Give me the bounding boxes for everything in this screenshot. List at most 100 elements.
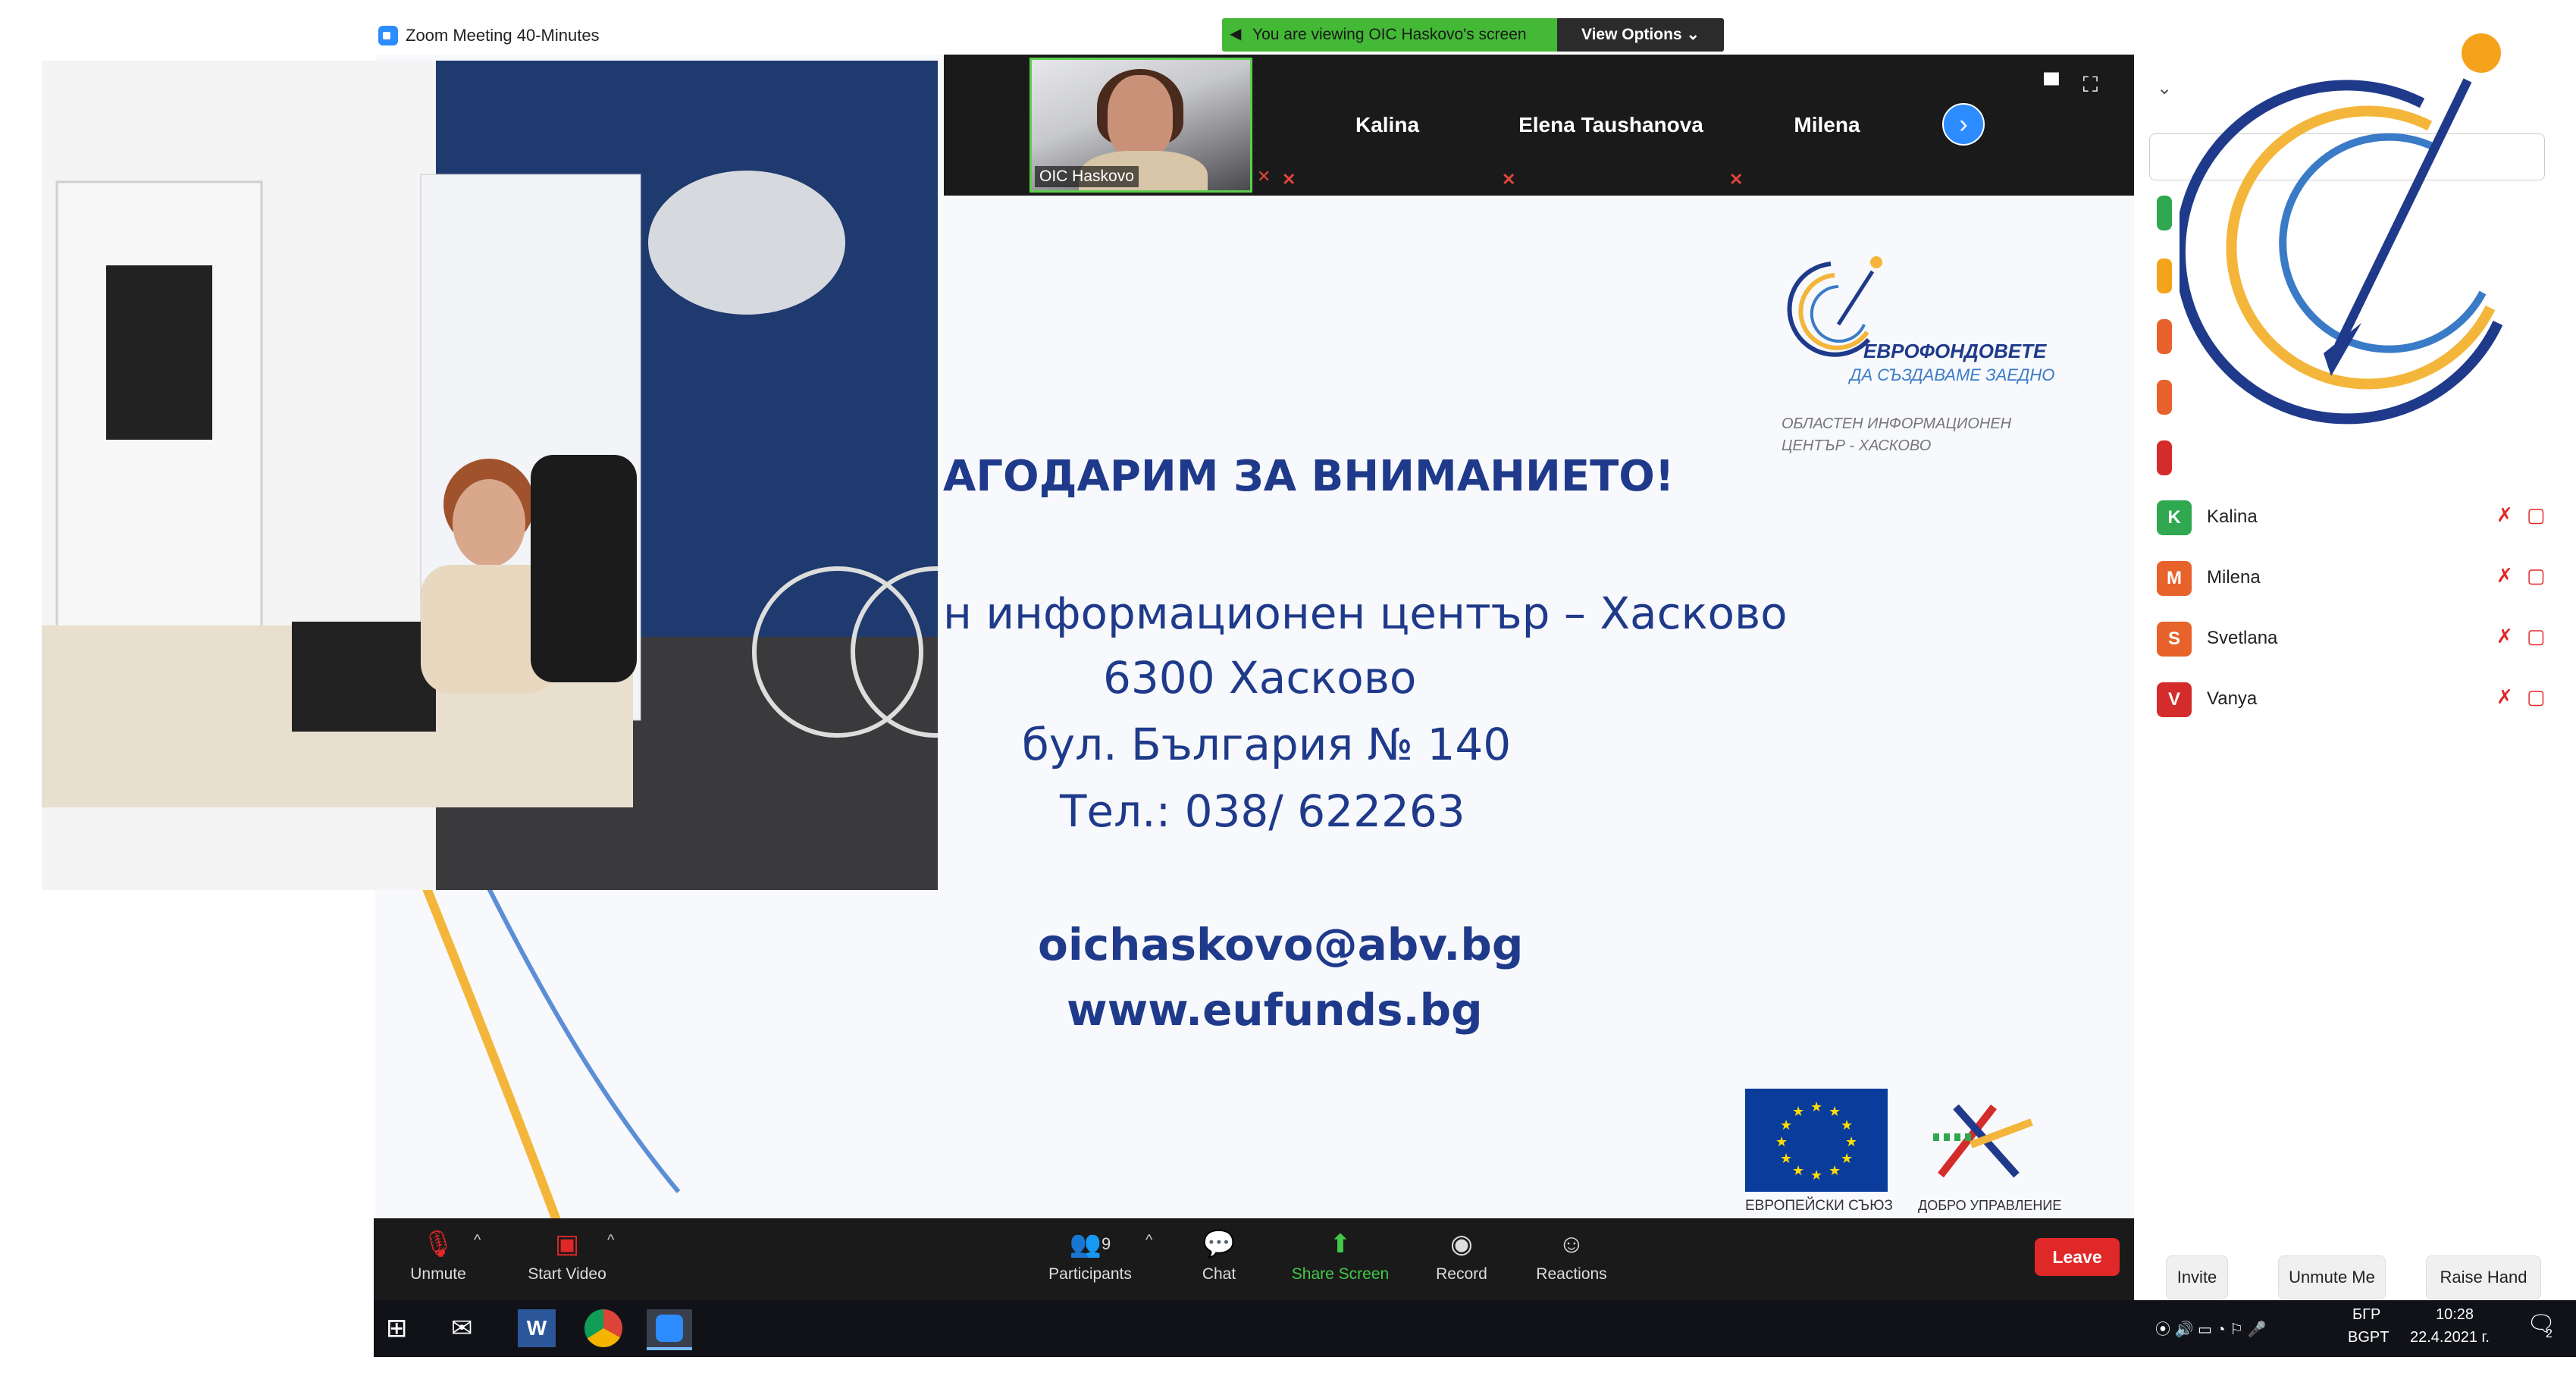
raise-hand-button[interactable]: Raise Hand (2426, 1255, 2541, 1299)
mail-icon[interactable]: ✉ (451, 1309, 489, 1347)
svg-text:★: ★ (1780, 1117, 1792, 1133)
windows-start-icon[interactable]: ⊞ (386, 1309, 424, 1347)
participants-panel: ⌄ K Kalina ✗ ▢ M Milena ✗ ▢ S Svetlana ✗… (2134, 20, 2559, 1300)
participant-tile-name: Milena (1794, 113, 1860, 136)
avatar: M (2157, 561, 2192, 596)
participants-icon: 👥9 (1069, 1230, 1111, 1258)
slide-address-line4: Тел.: 038/ 622263 (1060, 785, 1465, 837)
participant-name: Vanya (2207, 688, 2258, 709)
viewing-screen-text: You are viewing OIC Haskovo's screen (1252, 26, 1527, 43)
avatar: V (2157, 682, 2192, 717)
slide-logo-line2: ДА СЪЗДАВАМЕ ЗАЕДНО (1850, 365, 2055, 384)
svg-text:★: ★ (1810, 1168, 1822, 1183)
next-page-arrow-icon[interactable]: › (1942, 103, 1985, 146)
muted-mic-icon: ✗ (2496, 685, 2513, 708)
svg-text:★: ★ (1792, 1104, 1804, 1120)
share-screen-icon: ⬆ (1329, 1230, 1352, 1258)
participant-tile[interactable]: Milena ✕ (1725, 55, 1929, 196)
svg-text:★: ★ (1780, 1151, 1792, 1167)
participant-row[interactable]: K Kalina ✗ ▢ (2157, 496, 2551, 541)
unmute-me-button[interactable]: Unmute Me (2278, 1255, 2386, 1299)
participant-name: Milena (2207, 567, 2261, 588)
clock-date[interactable]: 22.4.2021 г. (2410, 1329, 2490, 1346)
muted-mic-icon: ✗ (2496, 503, 2513, 526)
participant-row[interactable]: V Vanya ✗ ▢ (2157, 678, 2551, 723)
zoom-logo-icon (378, 26, 398, 45)
view-options-button[interactable]: View Options ⌄ (1557, 18, 1724, 52)
slide-logo-line1: ЕВРОФОНДОВЕТЕ (1863, 340, 2047, 362)
keyboard-layout[interactable]: BGPT (2348, 1329, 2389, 1346)
participant-row[interactable]: S Svetlana ✗ ▢ (2157, 617, 2551, 663)
muted-mic-icon: ✕ (1282, 170, 1296, 189)
video-off-icon: ▢ (2527, 625, 2546, 647)
good-governance-label: ДОБРО УПРАВЛЕНИЕ (1918, 1198, 2062, 1213)
tray-icons[interactable]: ⦿ 🔊 ▭ ◔ ⚐ 🎤 (2155, 1317, 2267, 1339)
slide-address-line1: н информационен център – Хасково (943, 588, 1788, 639)
self-video-tile[interactable]: OIC Haskovo (1029, 58, 1252, 193)
zoom-taskbar-icon[interactable] (647, 1309, 692, 1350)
fullscreen-icon[interactable]: ⛶ (2083, 73, 2098, 96)
view-mode-icons: ▀ ⛶ (2044, 73, 2112, 100)
svg-text:★: ★ (1775, 1134, 1788, 1150)
participants-caret-icon[interactable]: ^ (1145, 1232, 1152, 1249)
slide-email: oichaskovo@abv.bg (1038, 919, 1524, 970)
partial-avatar (2157, 319, 2172, 354)
slide-website: www.eufunds.bg (1067, 984, 1483, 1036)
eurofunds-large-logo (2180, 33, 2503, 425)
share-screen-button[interactable]: ⬆ Share Screen (1283, 1218, 1397, 1300)
eu-flag-icon: ★ ★ ★ ★ ★ ★ ★ ★ ★ ★ ★ ★ (1745, 1089, 1888, 1192)
slide-address-line2: 6300 Хасково (1103, 652, 1417, 704)
participants-button[interactable]: 👥9 Participants (1033, 1218, 1147, 1300)
avatar: K (2157, 500, 2192, 535)
unmute-button[interactable]: 🎙 Unmute (396, 1218, 480, 1300)
participant-tile-name: Elena Taushanova (1518, 113, 1703, 136)
record-button[interactable]: ◉ Record (1420, 1218, 1503, 1300)
partial-avatar (2157, 196, 2172, 230)
video-off-icon: ▢ (2527, 503, 2546, 526)
reactions-button[interactable]: ☺ Reactions (1526, 1218, 1617, 1300)
participant-tile[interactable]: Kalina ✕ (1277, 55, 1497, 196)
eu-label: ЕВРОПЕЙСКИ СЪЮЗ (1745, 1198, 1893, 1214)
viewing-screen-banner: ◀ You are viewing OIC Haskovo's screen (1222, 18, 1557, 52)
participant-tile-name: Kalina (1355, 113, 1420, 136)
svg-text:★: ★ (1829, 1104, 1841, 1120)
chat-button[interactable]: 💬 Chat (1177, 1218, 1261, 1300)
svg-text:★: ★ (1792, 1163, 1804, 1179)
reactions-icon: ☺ (1558, 1230, 1585, 1258)
invite-button[interactable]: Invite (2166, 1255, 2228, 1299)
partial-avatar (2157, 380, 2172, 415)
chevron-down-icon: ⌄ (1686, 26, 1700, 43)
partial-avatar (2157, 440, 2172, 475)
slide-address-line3: бул. България № 140 (1022, 719, 1512, 770)
participant-row[interactable]: M Milena ✗ ▢ (2157, 556, 2551, 602)
video-off-icon: ▢ (2527, 685, 2546, 708)
word-icon[interactable]: W (518, 1309, 556, 1347)
clock-time[interactable]: 10:28 (2436, 1306, 2474, 1324)
participants-count: 9 (1102, 1234, 1111, 1253)
meeting-toolbar: 🎙 Unmute ^ ▣ Start Video ^ 👥9 Participan… (374, 1218, 2134, 1300)
muted-mic-icon: 🎙 (421, 1230, 455, 1258)
notification-count: 2 (2546, 1327, 2552, 1340)
leave-button[interactable]: Leave (2035, 1238, 2120, 1276)
start-video-button[interactable]: ▣ Start Video (510, 1218, 624, 1300)
slide-title: АГОДАРИМ ЗА ВНИМАНИЕТО! (943, 452, 1675, 501)
view-options-label: View Options (1581, 26, 1682, 43)
participant-tile[interactable]: Elena Taushanova ✕ (1497, 55, 1725, 196)
muted-mic-icon: ✗ (2496, 625, 2513, 647)
participant-name: Svetlana (2207, 628, 2278, 648)
muted-mic-icon: ✕ (1257, 167, 1271, 186)
windows-taskbar: ⊞ ✉ W ⦿ 🔊 ▭ ◔ ⚐ 🎤 БГР BGPT 10:28 22.4.20… (374, 1300, 2576, 1357)
video-options-caret-icon[interactable]: ^ (607, 1232, 614, 1249)
muted-mic-icon: ✗ (2496, 564, 2513, 587)
chevron-down-icon[interactable]: ⌄ (2157, 77, 2172, 99)
system-tray: ⦿ 🔊 ▭ ◔ ⚐ 🎤 БГР BGPT 10:28 22.4.2021 г. … (2155, 1300, 2572, 1357)
audio-options-caret-icon[interactable]: ^ (474, 1232, 481, 1249)
svg-text:★: ★ (1845, 1134, 1857, 1150)
slide-swoosh-decoration (416, 873, 681, 1221)
chrome-icon[interactable] (584, 1309, 622, 1347)
language-indicator[interactable]: БГР (2352, 1306, 2380, 1324)
partial-avatar (2157, 259, 2172, 293)
pin-video-icon[interactable]: ▀ (2044, 73, 2059, 96)
muted-mic-icon: ✕ (1729, 170, 1744, 189)
slide-logo-line3: ОБЛАСТЕН ИНФОРМАЦИОНЕН (1782, 415, 2012, 432)
